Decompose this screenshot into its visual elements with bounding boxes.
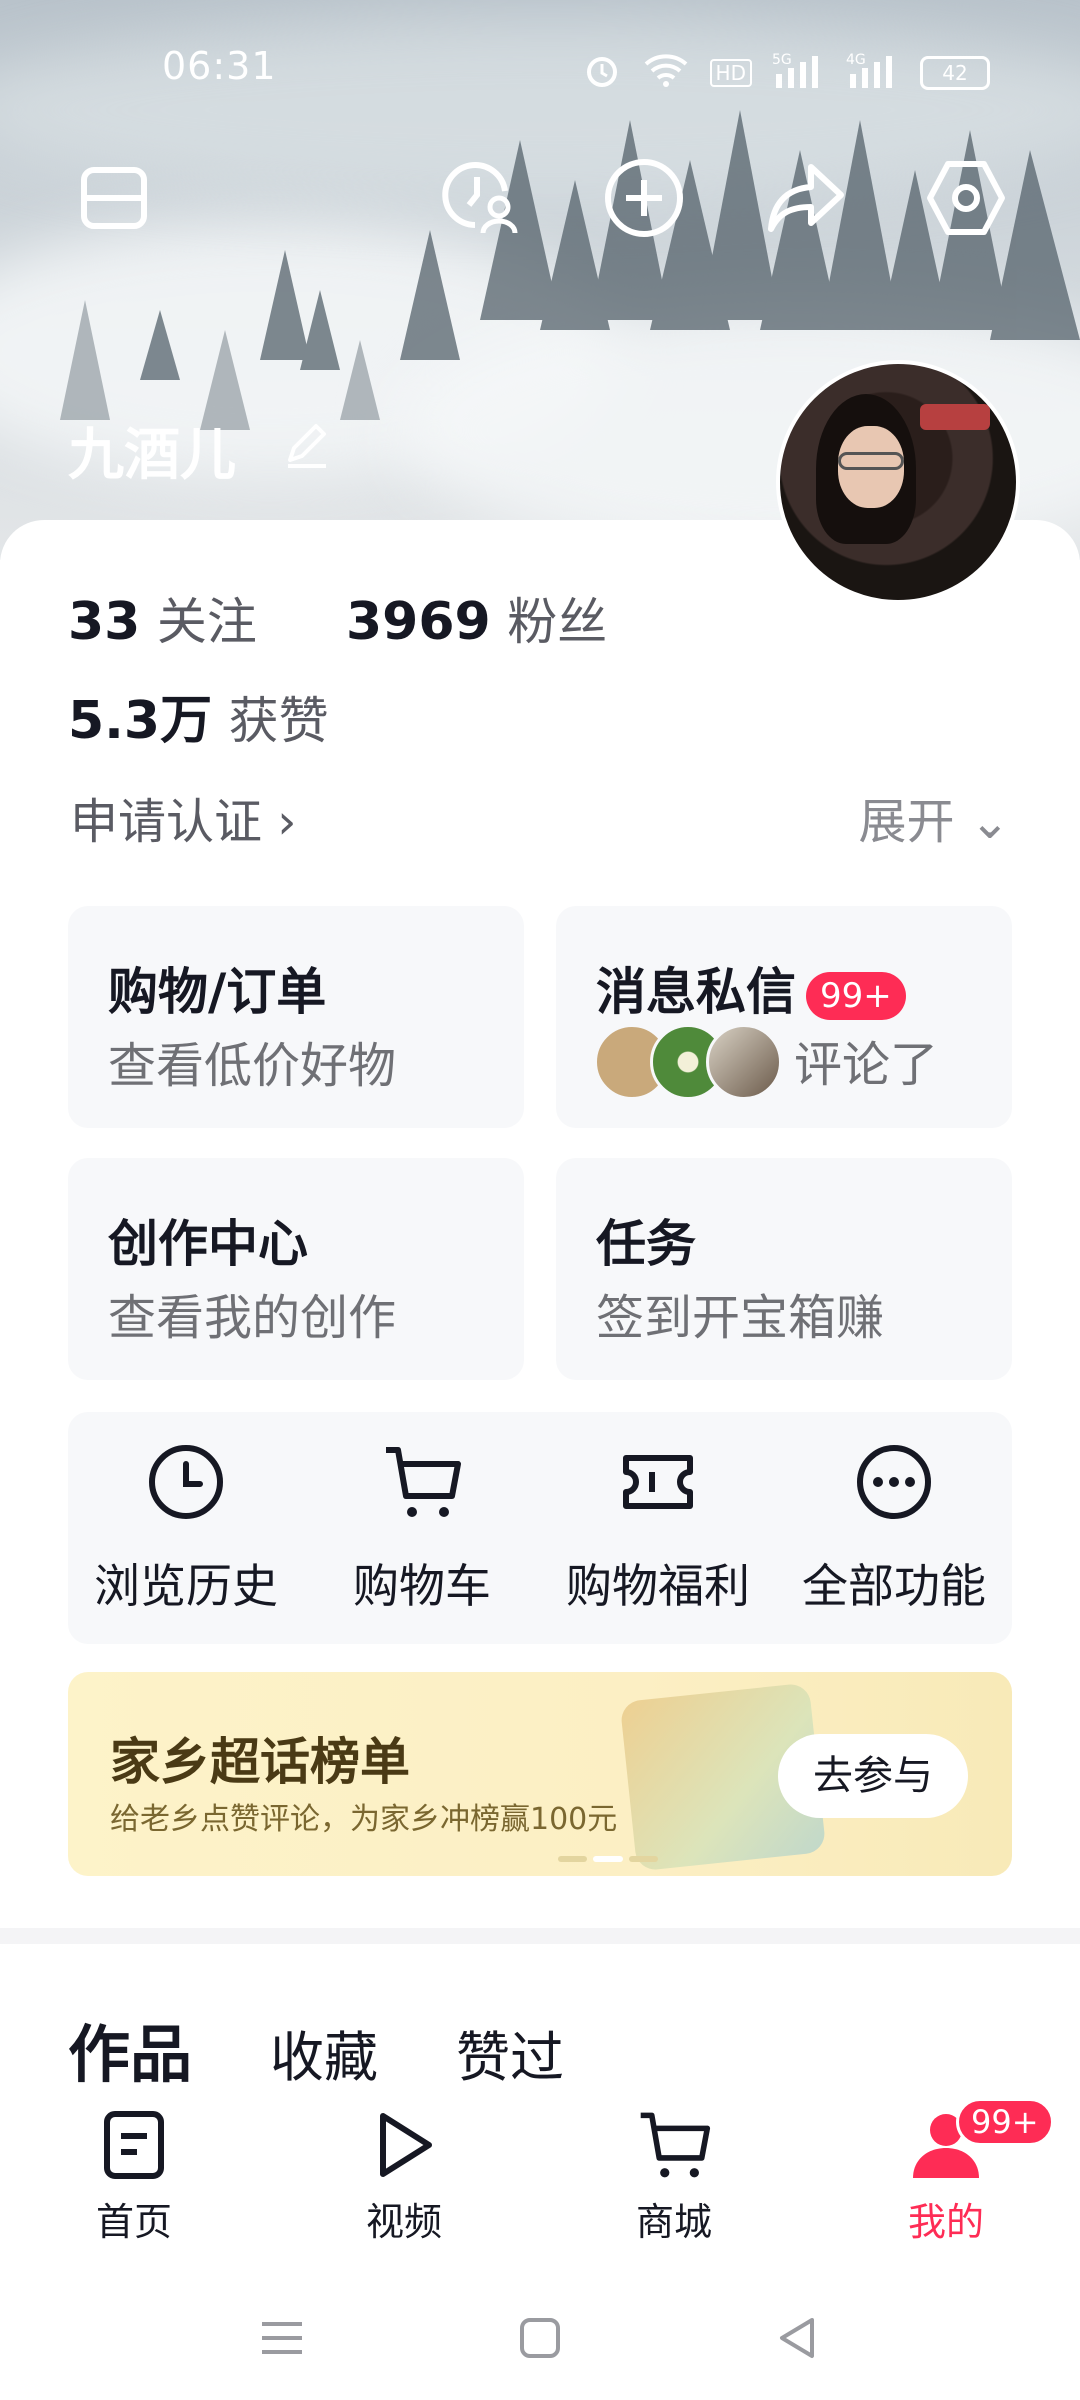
signal-5g-icon: 5G	[772, 50, 826, 96]
alarm-icon	[582, 50, 622, 96]
wifi-icon	[642, 50, 690, 96]
nav-home[interactable]: 首页	[74, 2108, 194, 2246]
tile-subtitle: 签到开宝箱赚	[596, 1290, 885, 1346]
svg-text:5G: 5G	[772, 52, 792, 68]
followers-stat[interactable]: 3969 粉丝	[346, 592, 607, 652]
username[interactable]: 九酒儿	[68, 410, 236, 491]
followers-label: 粉丝	[507, 593, 608, 651]
message-avatars	[594, 1024, 794, 1100]
cart-icon	[386, 1447, 461, 1517]
tool-label: 浏览历史	[94, 1559, 278, 1613]
tab-works[interactable]: 作品	[68, 2004, 192, 2094]
tool-history[interactable]: 浏览历史	[68, 1442, 304, 1616]
tool-label: 购物车	[353, 1559, 491, 1613]
svg-text:4G: 4G	[846, 52, 866, 68]
likes-count: 5.3万	[68, 691, 213, 751]
signal-4g-icon: 4G	[846, 50, 900, 96]
tool-label: 全部功能	[802, 1559, 986, 1613]
join-button[interactable]: 去参与	[778, 1734, 968, 1818]
status-bar: 06:31 HD 5G 4G 42	[0, 40, 1080, 100]
recent-apps-icon[interactable]	[252, 2308, 312, 2368]
banner-title: 家乡超话榜单	[110, 1733, 410, 1791]
tasks-tile[interactable]: 任务 签到开宝箱赚	[556, 1158, 1012, 1380]
tool-label: 购物福利	[566, 1559, 750, 1613]
menu-icon	[81, 167, 147, 229]
visitor-history-icon	[442, 162, 518, 234]
following-label: 关注	[156, 593, 257, 651]
nav-mall[interactable]: 商城	[614, 2108, 734, 2246]
plus-circle-icon	[605, 159, 683, 237]
coupon-icon	[623, 1455, 693, 1509]
followers-count: 3969	[345, 592, 491, 652]
tab-liked[interactable]: 赞过	[456, 2013, 564, 2092]
quick-tools: 浏览历史 购物车 购物福利 全部功能	[68, 1412, 1012, 1644]
more-icon	[857, 1445, 931, 1519]
nav-label: 视频	[365, 2200, 442, 2244]
nav-badge: 99+	[956, 2098, 1054, 2146]
settings-hexagon-icon	[927, 161, 1005, 235]
hd-icon: HD	[709, 59, 752, 87]
shopping-orders-tile[interactable]: 购物/订单 查看低价好物	[68, 906, 524, 1128]
share-icon	[768, 164, 844, 232]
tile-subtitle: 查看低价好物	[108, 1038, 397, 1094]
pencil-icon	[288, 424, 326, 468]
likes-label: 获赞	[228, 692, 329, 750]
edit-name-button[interactable]	[280, 418, 334, 472]
nav-video[interactable]: 视频	[344, 2108, 464, 2246]
hometown-ranking-banner[interactable]: 家乡超话榜单 给老乡点赞评论，为家乡冲榜赢100元 去参与	[68, 1672, 1012, 1876]
tile-title: 创作中心	[108, 1215, 308, 1273]
tool-shopping-benefits[interactable]: 购物福利	[540, 1442, 776, 1616]
home-button-icon[interactable]	[510, 2308, 570, 2368]
likes-stat[interactable]: 5.3万 获赞	[68, 678, 329, 753]
tile-subtitle: 评论了	[794, 1037, 939, 1093]
home-icon	[104, 2111, 164, 2179]
battery-indicator: 42	[920, 56, 990, 90]
tool-all-functions[interactable]: 全部功能	[776, 1442, 1012, 1616]
tab-favorites[interactable]: 收藏	[270, 2013, 378, 2092]
menu-button[interactable]	[66, 150, 162, 246]
follow-stats: 33 关注 3969 粉丝	[68, 582, 607, 654]
tool-cart[interactable]: 购物车	[304, 1442, 540, 1616]
share-button[interactable]	[758, 150, 854, 246]
following-stat[interactable]: 33 关注	[68, 592, 257, 652]
nav-label: 商城	[635, 2200, 712, 2244]
clock-icon	[149, 1445, 223, 1519]
nav-me[interactable]: 99+ 我的	[886, 2098, 1054, 2246]
status-time: 06:31	[162, 44, 277, 88]
banner-subtitle: 给老乡点赞评论，为家乡冲榜赢100元	[110, 1802, 618, 1837]
avatar[interactable]	[776, 360, 1020, 604]
divider	[0, 1928, 1080, 1944]
creator-center-tile[interactable]: 创作中心 查看我的创作	[68, 1158, 524, 1380]
system-navigation-bar	[0, 2256, 1080, 2400]
tile-title: 消息私信	[596, 963, 796, 1021]
avatar	[706, 1024, 782, 1100]
tile-subtitle: 查看我的创作	[108, 1290, 397, 1346]
messages-badge: 99+	[806, 971, 906, 1020]
tile-title: 任务	[596, 1215, 696, 1273]
content-tabs: 作品 收藏 赞过	[68, 2004, 564, 2094]
carousel-indicator	[558, 1856, 658, 1862]
add-friend-button[interactable]	[596, 150, 692, 246]
tile-title: 购物/订单	[108, 963, 327, 1021]
nav-label: 我的	[907, 2200, 984, 2244]
nav-label: 首页	[95, 2200, 172, 2244]
back-icon[interactable]	[768, 2308, 828, 2368]
bottom-navigation: 首页 视频 商城 99+ 我的	[0, 2090, 1080, 2244]
expand-button[interactable]: 展开 ⌄	[859, 782, 1010, 852]
apply-verification-link[interactable]: 申请认证 ›	[70, 782, 296, 852]
following-count: 33	[68, 592, 141, 652]
messages-tile[interactable]: 消息私信 99+ 评论了	[556, 906, 1012, 1128]
cart-icon	[640, 2112, 711, 2178]
play-icon	[380, 2113, 432, 2177]
settings-button[interactable]	[918, 150, 1014, 246]
visitors-button[interactable]	[432, 150, 528, 246]
